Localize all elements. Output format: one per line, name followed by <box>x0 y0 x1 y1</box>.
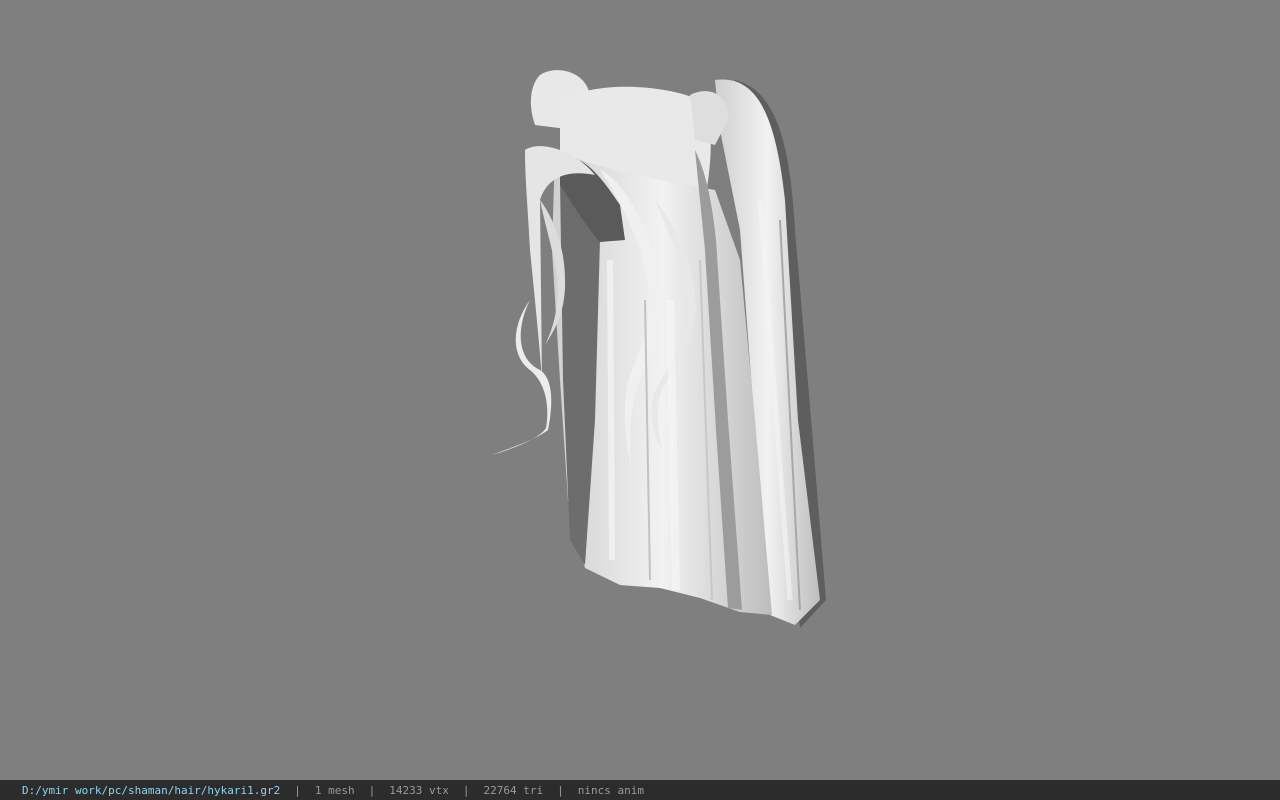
hair-model <box>492 70 826 628</box>
file-path: D:/ymir work/pc/shaman/hair/hykari1.gr2 <box>22 783 281 797</box>
mesh-count: 1 mesh <box>314 783 355 797</box>
bang-strand-1 <box>492 300 552 455</box>
status-bar: D:/ymir work/pc/shaman/hair/hykari1.gr2 … <box>0 780 1280 800</box>
separator: | <box>557 783 564 797</box>
vertex-count: 14233 vtx <box>389 783 449 797</box>
anim-status: nincs anim <box>577 783 644 797</box>
3d-viewport[interactable] <box>0 0 1280 780</box>
separator: | <box>462 783 470 797</box>
separator: | <box>294 783 301 797</box>
separator: | <box>368 783 376 797</box>
triangle-count: 22764 tri <box>483 783 544 797</box>
strand-highlight-1 <box>607 259 615 561</box>
